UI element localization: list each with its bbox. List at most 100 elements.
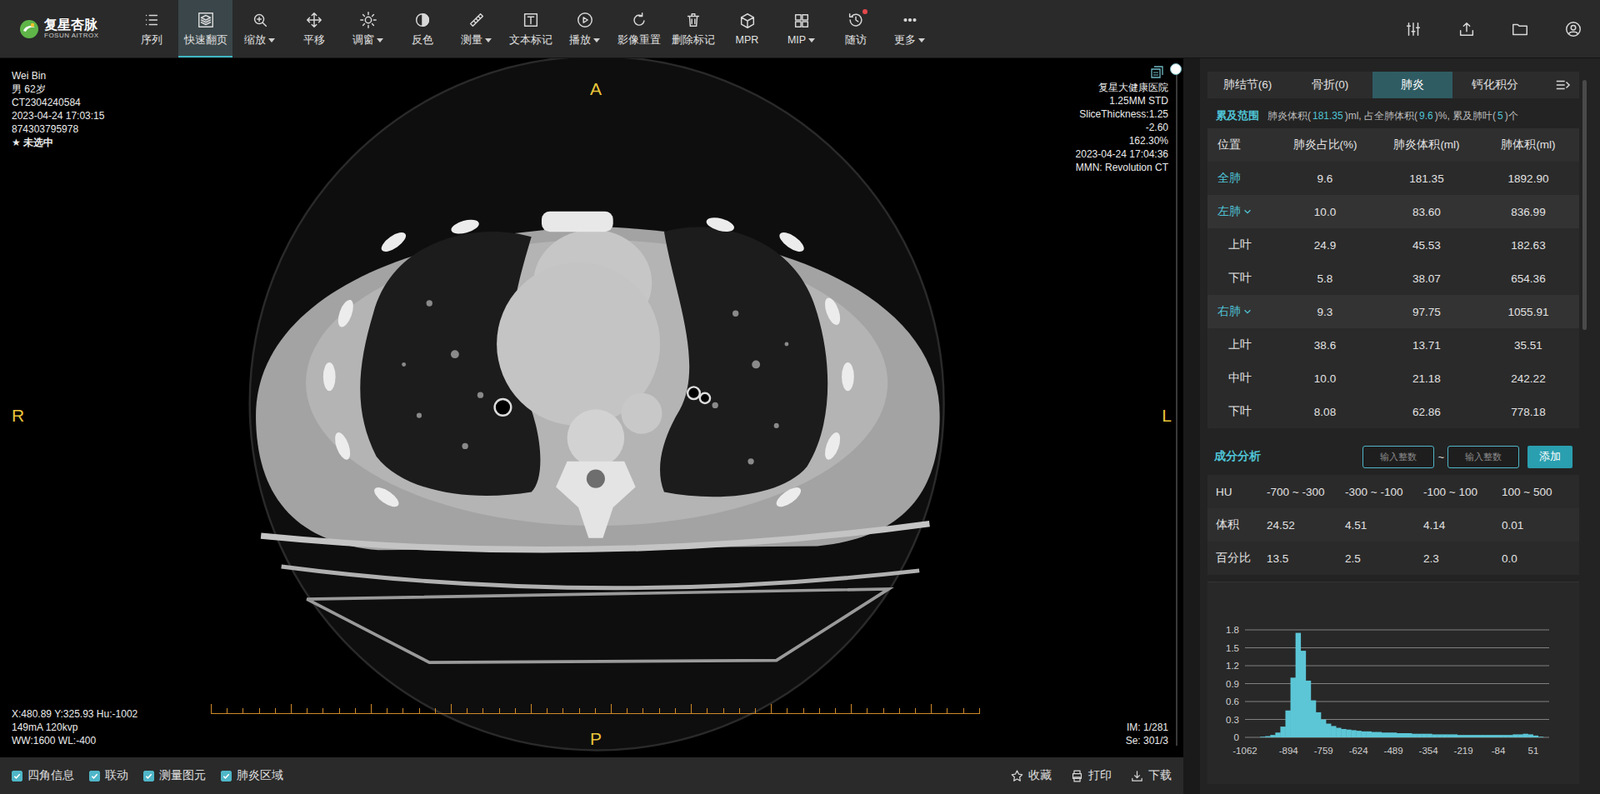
checkbox-label: 肺炎区域 bbox=[236, 768, 284, 784]
caret-icon bbox=[593, 38, 600, 43]
y-tick: 1.5 bbox=[1225, 643, 1240, 654]
histogram-bar bbox=[1507, 735, 1513, 738]
checkbox[interactable] bbox=[143, 770, 155, 782]
ruler-tick bbox=[546, 708, 548, 714]
ruler-icon bbox=[467, 10, 486, 30]
tool-button[interactable]: 序列 bbox=[124, 0, 179, 58]
summary-segment: 9.6 bbox=[1419, 110, 1434, 122]
histogram-bar bbox=[1436, 734, 1442, 738]
add-button[interactable]: 添加 bbox=[1527, 445, 1573, 469]
range-min-input[interactable] bbox=[1362, 445, 1435, 469]
series-icon[interactable] bbox=[1150, 65, 1164, 80]
x-tick: -759 bbox=[1314, 745, 1334, 756]
checkbox[interactable] bbox=[89, 770, 100, 782]
tool-icon-wrap bbox=[738, 11, 757, 30]
range-max-input[interactable] bbox=[1447, 445, 1520, 469]
info-line: 874303795978 bbox=[11, 122, 105, 136]
pan-icon bbox=[305, 10, 324, 30]
histogram-bar bbox=[1406, 733, 1412, 738]
row-label: 全肺 bbox=[1207, 170, 1275, 186]
action-button[interactable]: 打印 bbox=[1070, 768, 1112, 784]
tool-button[interactable]: 更多 bbox=[882, 0, 937, 58]
invert-icon bbox=[413, 10, 432, 30]
histogram-bar bbox=[1421, 734, 1427, 738]
selection-status[interactable]: ★未选中 bbox=[11, 135, 105, 150]
slice-slider[interactable] bbox=[1170, 63, 1184, 746]
checkbox-item[interactable]: 联动 bbox=[89, 768, 129, 784]
image-viewer[interactable]: Wei Bin男 62岁CT23042405842023-04-24 17:03… bbox=[0, 58, 1184, 758]
tool-button[interactable]: 平移 bbox=[286, 0, 341, 58]
ruler-tick bbox=[706, 708, 708, 714]
checkbox-item[interactable]: 四角信息 bbox=[11, 768, 75, 784]
ruler-tick bbox=[850, 704, 852, 714]
tool-button[interactable]: 删除标记 bbox=[665, 0, 720, 58]
tool-label: 快速翻页 bbox=[184, 33, 228, 48]
tab[interactable]: 骨折(0) bbox=[1290, 71, 1370, 99]
panel-scrollbar[interactable] bbox=[1582, 80, 1588, 794]
summary-text: 肺炎体积(181.35)ml, 占全肺体积(9.6)%, 累及肺叶(5)个 bbox=[1267, 109, 1519, 124]
histogram-bar bbox=[1245, 737, 1250, 739]
tool-button[interactable]: 播放 bbox=[557, 0, 612, 58]
check-icon bbox=[221, 771, 231, 781]
tab-menu-button[interactable] bbox=[1545, 71, 1580, 99]
follow-up-icon bbox=[846, 10, 865, 30]
checkbox[interactable] bbox=[220, 770, 232, 782]
table-cell: 24.9 bbox=[1274, 239, 1376, 252]
tool-label: 反色 bbox=[411, 33, 434, 48]
table-row[interactable]: 右肺 9.397.751055.91 bbox=[1207, 295, 1580, 329]
tab[interactable]: 钙化积分 bbox=[1455, 71, 1535, 99]
toolbar-action-button[interactable] bbox=[1440, 0, 1494, 58]
row-label: 中叶 bbox=[1207, 370, 1275, 386]
ruler-tick bbox=[642, 708, 644, 714]
toolbar-action-button[interactable] bbox=[1546, 0, 1600, 58]
tool-button[interactable]: 快速翻页 bbox=[178, 0, 233, 58]
action-button[interactable]: 下载 bbox=[1130, 768, 1172, 784]
checkbox-item[interactable]: 肺炎区域 bbox=[220, 768, 284, 784]
tool-button[interactable]: 测量 bbox=[449, 0, 504, 58]
ruler-tick bbox=[290, 704, 292, 714]
tool-button[interactable]: 缩放 bbox=[232, 0, 287, 58]
table-row[interactable]: 左肺 10.083.60836.99 bbox=[1207, 195, 1580, 229]
ruler-tick bbox=[515, 708, 516, 714]
x-tick: -489 bbox=[1384, 745, 1404, 756]
tool-button[interactable]: MPR bbox=[720, 0, 775, 58]
tool-label: 更多 bbox=[894, 33, 925, 48]
list-icon bbox=[142, 10, 161, 30]
table-cell: 4.51 bbox=[1345, 519, 1424, 532]
logo-icon bbox=[18, 18, 40, 40]
ruler-tick bbox=[595, 708, 596, 714]
bottom-actions: 收藏 打印 下载 bbox=[1010, 768, 1172, 784]
chevron-icon[interactable] bbox=[1242, 206, 1253, 217]
scrollbar-thumb[interactable] bbox=[1582, 80, 1587, 330]
grid-line bbox=[1245, 630, 1550, 631]
tool-button[interactable]: MIP bbox=[774, 0, 829, 58]
tool-button[interactable]: 反色 bbox=[395, 0, 450, 58]
x-tick: -894 bbox=[1279, 745, 1300, 756]
tab[interactable]: 肺炎 bbox=[1372, 71, 1453, 99]
tab[interactable]: 肺结节(6) bbox=[1207, 71, 1288, 99]
pixel-info: X:480.89 Y:325.93 Hu:-1002149mA 120kvpWW… bbox=[11, 707, 138, 748]
tool-button[interactable]: 文本标记 bbox=[503, 0, 558, 58]
toolbar-action-button[interactable] bbox=[1386, 0, 1440, 58]
ruler-tick bbox=[866, 708, 868, 714]
tool-button[interactable]: 调窗 bbox=[340, 0, 395, 58]
caret-icon bbox=[485, 38, 492, 43]
table-cell: 38.6 bbox=[1274, 339, 1376, 352]
toolbar-action-button[interactable] bbox=[1493, 0, 1547, 58]
action-button[interactable]: 收藏 bbox=[1010, 768, 1052, 784]
tool-button[interactable]: 随访 bbox=[828, 0, 883, 58]
ruler-tick bbox=[610, 704, 612, 714]
chevron-icon[interactable] bbox=[1242, 306, 1253, 317]
tool-icon-wrap bbox=[142, 10, 161, 30]
logo-name: 复星杏脉 bbox=[44, 17, 100, 33]
ruler-tick bbox=[675, 708, 676, 714]
checkbox[interactable] bbox=[11, 770, 23, 782]
slider-knob[interactable] bbox=[1170, 63, 1182, 75]
tool-button[interactable]: 影像重置 bbox=[611, 0, 666, 58]
table-row: 上叶 38.613.7135.51 bbox=[1207, 328, 1580, 362]
summary-segment: 5 bbox=[1497, 110, 1504, 122]
checkbox-item[interactable]: 测量图元 bbox=[143, 768, 206, 784]
grid-line bbox=[1245, 665, 1550, 667]
tool-icon-wrap bbox=[196, 10, 215, 30]
ruler-tick bbox=[963, 708, 965, 714]
